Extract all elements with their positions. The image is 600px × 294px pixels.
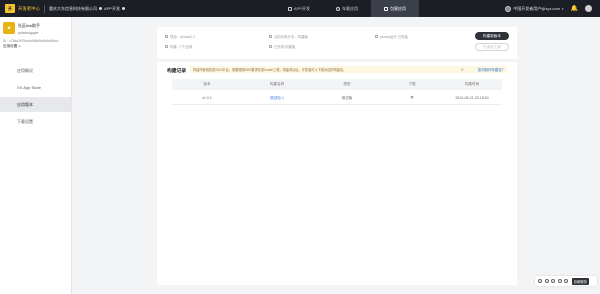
nav-tab-label: 车载应用 [342, 5, 358, 11]
column-header-type: 类型 [343, 82, 351, 86]
top-nav: APP开发 车载应用 包裹应用 [275, 0, 419, 17]
info-builds: 构建（7个应用 [165, 44, 192, 49]
nav-tab-package[interactable]: 包裹应用 [371, 0, 419, 17]
section-title: 构建记录 [167, 69, 187, 74]
column-header-version: 版本 [203, 82, 211, 86]
app-package-name: pubcbulguper [18, 30, 39, 35]
account-avatar[interactable] [585, 5, 592, 12]
bell-icon[interactable]: 🔔 [571, 6, 578, 12]
brand-name[interactable]: 开发者中心 [18, 6, 40, 12]
column-header-download: 下载 [408, 82, 416, 86]
sidebar-item-label: 应用概况 [17, 67, 33, 73]
project-info-card: 项目：pkosta2.2 当前代码分支：构建版 pkosta运行 已安装 构建（… [157, 27, 517, 59]
phone-icon[interactable] [557, 279, 562, 283]
info-label: 项目：pkosta2.2 [170, 35, 195, 39]
chevron-down-icon: ▾ [562, 6, 564, 11]
package-icon [384, 6, 388, 11]
user-avatar [505, 5, 512, 12]
self-service-button[interactable]: 自助服务 [571, 277, 590, 285]
sidebar-item-app-store[interactable]: XX App Store [0, 80, 71, 95]
sidebar-item-label: 下载设置 [17, 118, 33, 124]
company-tag: APP开发 [103, 5, 120, 11]
info-label: 构建（7个应用 [170, 45, 193, 49]
app-name: 社区tick助手 [18, 23, 40, 28]
sidebar: ✦ 社区tick助手 pubcbulguper ID：c78da3b70ecfa… [0, 17, 72, 294]
info-label: 当前代码分支：构建版 [274, 35, 308, 39]
nav-tab-app-dev[interactable]: APP开发 [275, 0, 323, 17]
branch-icon [269, 35, 272, 38]
verified-icon [98, 6, 102, 10]
nav-tab-label: APP开发 [293, 5, 310, 11]
cell-type: 测试版 [341, 95, 353, 100]
brand-logo[interactable]: 开 [5, 4, 15, 13]
table-header: 版本 构建名称 类型 下载 构建时间 [172, 79, 502, 90]
info-label: pkosta运行 已安装 [380, 35, 408, 39]
user-menu[interactable]: 中国开发者用户@xyz.com ▾ [505, 5, 564, 12]
build-new-version-button[interactable]: 构建新版本 [475, 32, 509, 40]
notice-text: 构建所使用的是2013平台，需要按照SDK要求完成Xcode工程，构建成功后，开… [193, 68, 347, 72]
app-settings-link[interactable]: 应用设置 > [0, 43, 71, 50]
sidebar-item-download-settings[interactable]: 下载设置 [0, 114, 71, 129]
nav-tab-label: 包裹应用 [390, 5, 406, 11]
how-to-build-link[interactable]: 如何制作构建包？ [478, 67, 505, 72]
company-switcher[interactable]: 重庆大东信息科技有限公司 APP开发 [49, 6, 127, 12]
sidebar-item-versions[interactable]: 应用版本 [0, 97, 71, 112]
dropdown-icon [121, 6, 125, 10]
app-header: ✦ 社区tick助手 pubcbulguper [0, 17, 71, 35]
user-area: 中国开发者用户@xyz.com ▾ 🔔 [505, 0, 600, 17]
add-project-button[interactable]: 已添加工程 [475, 43, 509, 51]
chat-icon[interactable] [538, 279, 542, 283]
nav-tab-vehicle[interactable]: 车载应用 [323, 0, 371, 17]
info-project: 项目：pkosta2.2 [165, 34, 195, 39]
company-name: 重庆大东信息科技有限公司 [48, 5, 97, 11]
help-icon[interactable] [544, 279, 549, 283]
cell-build-name-link[interactable]: 测试包-1 [242, 92, 312, 104]
sidebar-item-label: XX App Store [17, 85, 42, 90]
top-bar: 开 开发者中心 重庆大东信息科技有限公司 APP开发 APP开发 车载应用 包裹应… [0, 0, 600, 17]
info-runtime: pkosta运行 已安装 [375, 34, 408, 39]
build-records-card: 构建记录 构建所使用的是2013平台，需要按照SDK要求完成Xcode工程，构建… [157, 62, 517, 285]
cell-build-time: 2024-08-21 22:18:50 [455, 96, 489, 100]
download-icon[interactable]: ✕ [382, 92, 442, 104]
feedback-icon[interactable] [551, 279, 555, 283]
sidebar-item-label: 应用版本 [17, 101, 33, 107]
app-icon: ✦ [3, 22, 15, 34]
project-icon [165, 35, 168, 38]
user-email: 中国开发者用户@xyz.com [513, 5, 560, 11]
notice-banner: 构建所使用的是2013平台，需要按照SDK要求完成Xcode工程，构建成功后，开… [189, 66, 507, 73]
runtime-icon [375, 35, 378, 38]
column-header-time: 构建时间 [464, 82, 480, 86]
info-branch: 当前代码分支：构建版 [269, 34, 308, 39]
build-icon [165, 45, 168, 48]
info-status: 已完成 构建版 [269, 44, 295, 49]
table-row: v1.0.1 测试包-1 测试版 ✕ 2024-08-21 22:18:50 [172, 92, 502, 105]
sidebar-item-overview[interactable]: 应用概况 [0, 63, 71, 78]
vehicle-icon [336, 6, 340, 11]
close-icon[interactable]: ✕ [461, 67, 464, 72]
settings-icon[interactable] [564, 279, 568, 283]
info-label: 已完成 构建版 [274, 45, 296, 49]
app-dev-icon [287, 6, 292, 11]
column-header-name: 构建名称 [269, 82, 285, 86]
side-menu: 应用概况 XX App Store 应用版本 下载设置 [0, 63, 71, 129]
app-id[interactable]: ID：c78da3b70ecfa4b9b9fa4b8c6d8a4 [0, 35, 71, 43]
floating-toolbar: 自助服务 [535, 276, 597, 286]
status-icon [269, 45, 272, 48]
cell-version: v1.0.1 [202, 96, 212, 100]
divider [43, 4, 45, 13]
